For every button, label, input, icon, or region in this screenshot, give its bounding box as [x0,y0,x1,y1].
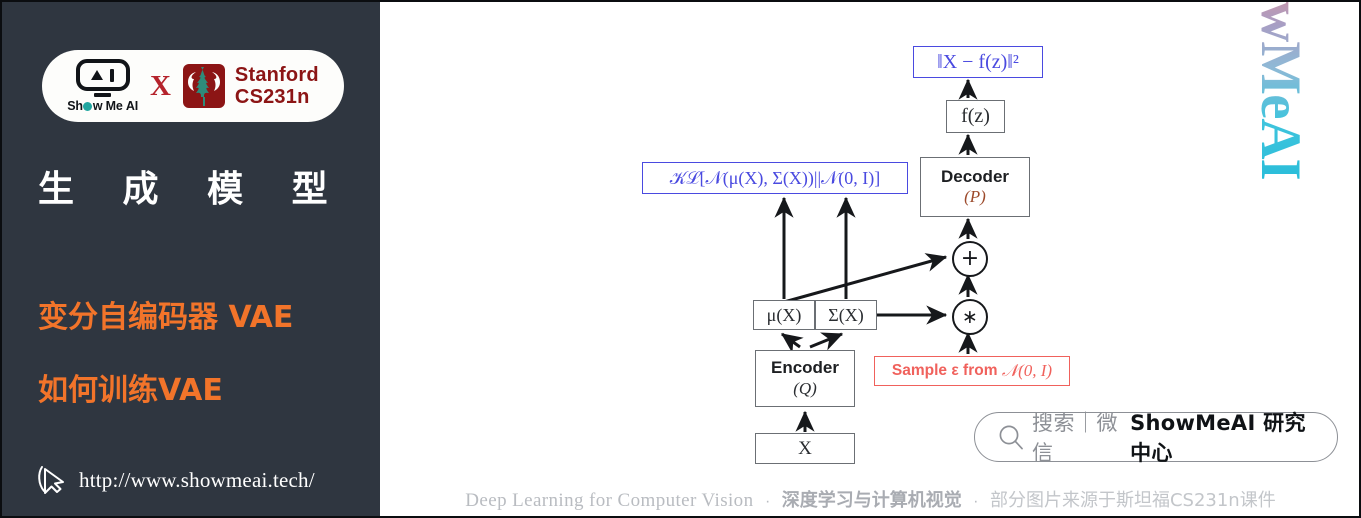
sidebar-panel: Sh w Me AI X Stanford CS231n 生 成 模 型 变分自编… [2,2,380,516]
fz-box: f(z) [946,100,1005,133]
footer-bar: Deep Learning for Computer Vision · 深度学习… [380,486,1359,512]
from-word: from [963,362,998,379]
mu-box: μ(X) [753,300,815,330]
encoder-label: Encoder [770,358,840,378]
search-account-name: ShowMeAI 研究中心 [1130,411,1306,465]
footer-separator-2: · [973,493,979,510]
site-url-row[interactable]: http://www.showmeai.tech/ [36,464,315,496]
bar-glyph [110,68,115,82]
footer-english: Deep Learning for Computer Vision [465,490,754,511]
sample-epsilon-box: Sample ε from 𝒩(0, I) [874,356,1070,386]
epsilon-symbol: ε [951,362,959,379]
cross-symbol: X [149,69,171,102]
search-hint-text: 搜索｜微信 [1032,411,1118,465]
sample-word: Sample [891,362,948,379]
footer-separator-1: · [764,493,771,510]
content-panel: ShowMeAI ‖X − f(z)‖² f(z) Decoder (P) 𝒦ℒ… [380,2,1359,516]
showmeai-wordmark: Sh w Me AI [67,99,138,114]
subtitle-secondary: 如何训练VAE [38,373,223,408]
showmeai-logo: Sh w Me AI [67,59,138,113]
multiply-operator-node: ∗ [952,299,988,335]
caret-up-icon [91,70,104,81]
encoder-sublabel: (Q) [793,378,817,398]
input-x-box: X [755,433,855,464]
slide-root: Sh w Me AI X Stanford CS231n 生 成 模 型 变分自编… [0,0,1361,518]
partner-name: Stanford [234,63,319,86]
diagram-connectors [774,78,978,432]
decoder-label: Decoder [940,166,1010,186]
encoder-box: Encoder (Q) [755,350,855,407]
decoder-sublabel: (P) [964,187,986,206]
decoder-box: Decoder (P) [920,157,1030,217]
stanford-tree-icon [182,61,225,111]
search-icon [999,425,1023,450]
page-title: 生 成 模 型 [38,169,346,210]
brand-logo-pill: Sh w Me AI X Stanford CS231n [42,50,344,122]
teal-dot-icon [83,102,93,111]
course-code: CS231n [234,86,310,108]
subtitle-primary: 变分自编码器 VAE [38,300,294,335]
wechat-search-pill[interactable]: 搜索｜微信 ShowMeAI 研究中心 [974,411,1338,465]
site-url-text: http://www.showmeai.tech/ [79,467,315,492]
showmeai-badge-icon [75,59,130,92]
badge-stand [94,93,112,98]
sigma-box: Σ(X) [815,300,877,330]
cursor-arrow-icon [38,466,64,494]
add-operator-node: + [952,241,988,277]
reconstruction-loss-box: ‖X − f(z)‖² [913,46,1043,78]
footer-chinese-bold: 深度学习与计算机视觉 [781,490,962,511]
normal-distribution-symbol: 𝒩(0, I) [1001,361,1053,380]
footer-chinese-note: 部分图片来源于斯坦福CS231n课件 [989,490,1276,511]
partner-course-label: Stanford CS231n [235,64,319,109]
kl-divergence-box: 𝒦ℒ[𝒩(μ(X), Σ(X))||𝒩(0, I)] [642,162,908,194]
vae-architecture-diagram: ‖X − f(z)‖² f(z) Decoder (P) 𝒦ℒ[𝒩(μ(X), … [380,2,1359,472]
